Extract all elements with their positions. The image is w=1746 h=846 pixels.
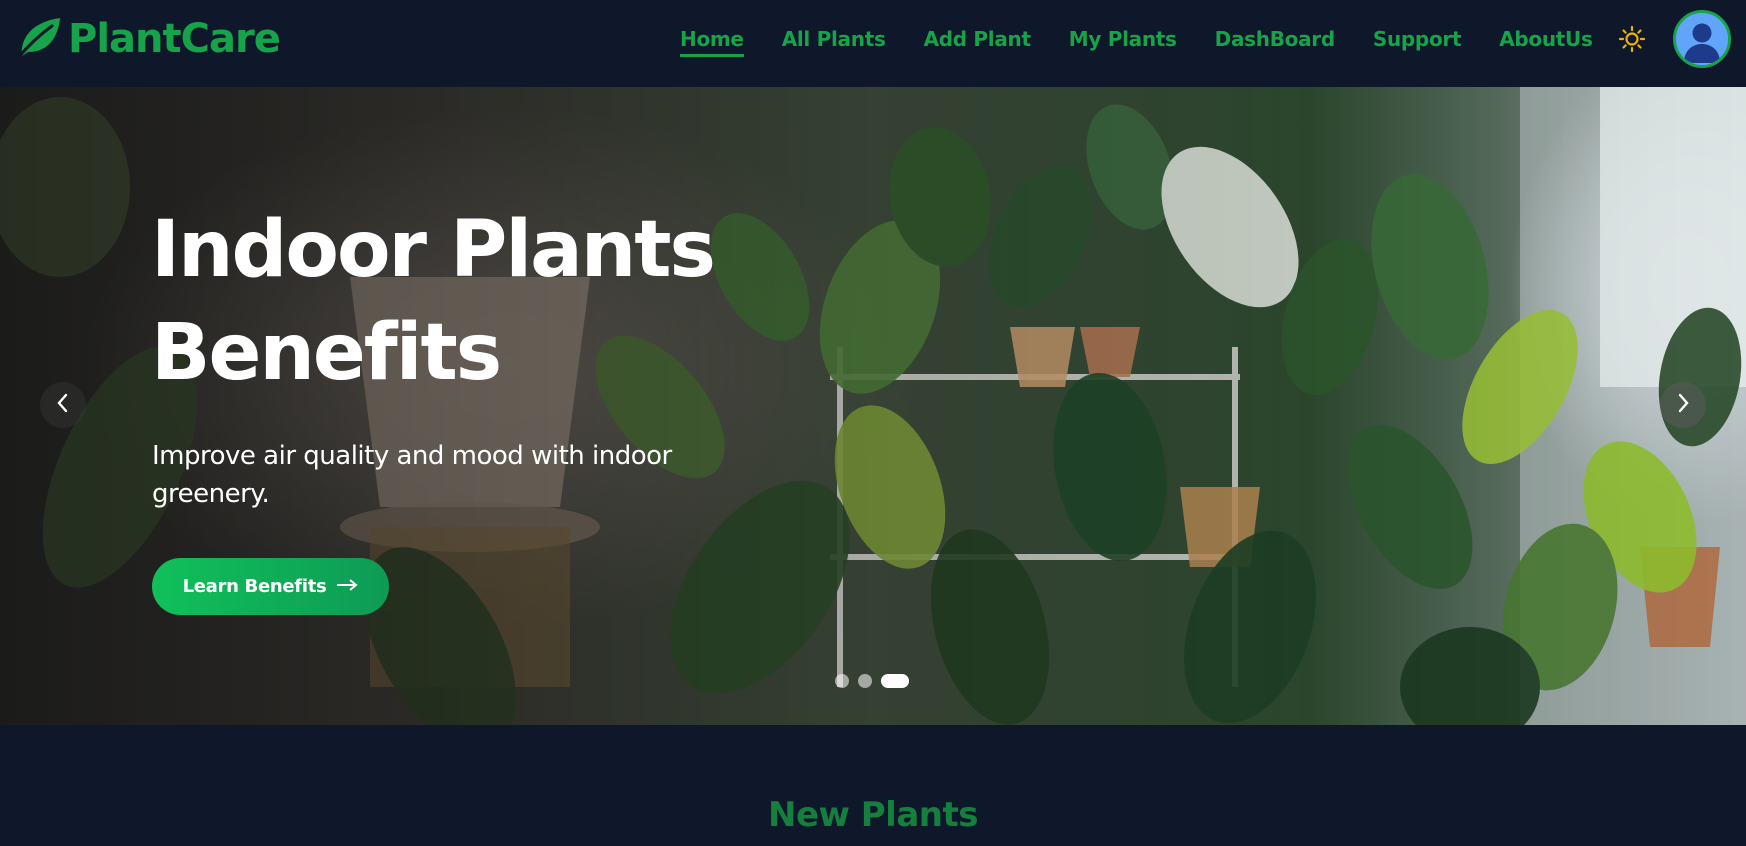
nav-my-plants[interactable]: My Plants bbox=[1069, 27, 1177, 51]
hero-slider: Indoor Plants Benefits Improve air quali… bbox=[0, 87, 1746, 725]
hero-title: Indoor Plants Benefits bbox=[151, 199, 871, 405]
slider-next-button[interactable] bbox=[1660, 382, 1706, 428]
slider-dot-2[interactable] bbox=[858, 674, 872, 688]
chevron-right-icon bbox=[1675, 392, 1691, 418]
user-avatar-button[interactable] bbox=[1673, 10, 1731, 68]
hero-title-line2: Benefits bbox=[151, 308, 502, 398]
learn-benefits-label: Learn Benefits bbox=[182, 576, 327, 597]
arrow-right-icon bbox=[336, 576, 358, 597]
nav-all-plants[interactable]: All Plants bbox=[782, 27, 886, 51]
nav-about-us[interactable]: AboutUs bbox=[1499, 27, 1593, 51]
new-plants-heading: New Plants bbox=[768, 795, 978, 835]
hero-subtitle: Improve air quality and mood with indoor… bbox=[152, 441, 672, 509]
nav-add-plant[interactable]: Add Plant bbox=[924, 27, 1031, 51]
learn-benefits-button[interactable]: Learn Benefits bbox=[152, 558, 389, 615]
hero-overlay bbox=[0, 87, 1746, 725]
slider-prev-button[interactable] bbox=[40, 382, 86, 428]
main-nav: Home All Plants Add Plant My Plants Dash… bbox=[680, 22, 1631, 57]
slider-pagination bbox=[835, 673, 909, 689]
nav-support[interactable]: Support bbox=[1373, 27, 1462, 51]
chevron-left-icon bbox=[55, 392, 71, 418]
navbar: PlantCare Home All Plants Add Plant My P… bbox=[0, 0, 1746, 87]
sun-icon bbox=[1618, 25, 1646, 57]
nav-home[interactable]: Home bbox=[680, 27, 744, 57]
slider-dot-3[interactable] bbox=[881, 674, 909, 688]
nav-dashboard[interactable]: DashBoard bbox=[1215, 27, 1336, 51]
slider-dot-1[interactable] bbox=[835, 674, 849, 688]
user-avatar-icon bbox=[1676, 13, 1728, 65]
brand-name: PlantCare bbox=[68, 16, 281, 62]
hero-title-line1: Indoor Plants bbox=[151, 205, 716, 295]
brand-logo[interactable]: PlantCare bbox=[14, 14, 281, 64]
theme-toggle-button[interactable] bbox=[1617, 25, 1647, 57]
leaf-icon bbox=[14, 14, 64, 64]
